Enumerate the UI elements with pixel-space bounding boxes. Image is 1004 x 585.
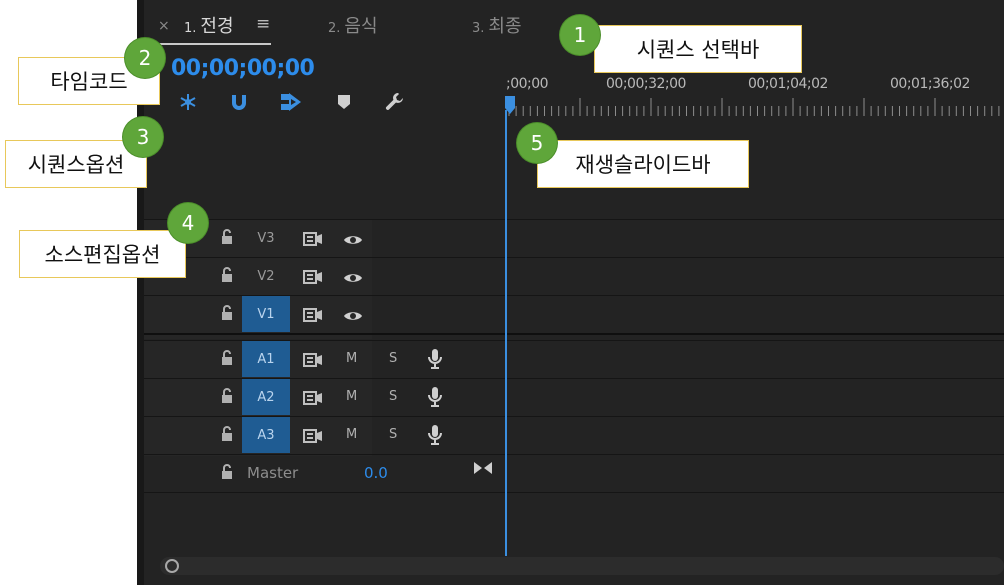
tab-sequence-3[interactable]: 3. 최종 <box>472 12 522 38</box>
tab-number: 2. <box>328 21 341 36</box>
tab-sequence-1[interactable]: 1. 전경 <box>184 12 234 38</box>
track-lock-icon[interactable] <box>219 305 235 321</box>
ruler-label: 00;01;36;02 <box>890 76 970 92</box>
track-target-a2[interactable]: A2 <box>242 379 290 415</box>
mute-button[interactable]: M <box>346 427 357 442</box>
ruler-label: 00;00;32;00 <box>606 76 686 92</box>
callout-source-edit-options: 소스편집옵션 <box>19 230 186 278</box>
horizontal-scrollbar[interactable] <box>160 557 1004 575</box>
track-target-a3[interactable]: A3 <box>242 417 290 453</box>
voice-over-mic-icon[interactable] <box>428 348 442 370</box>
track-target-v3[interactable]: V3 <box>242 220 290 256</box>
callout-badge-1: 1 <box>560 15 600 55</box>
time-ruler[interactable] <box>505 98 1004 118</box>
playhead-line[interactable] <box>505 110 507 556</box>
track-divider <box>144 454 1004 455</box>
track-visibility-eye-icon[interactable] <box>343 308 363 322</box>
voice-over-mic-icon[interactable] <box>428 386 442 408</box>
sync-lock-icon[interactable] <box>303 231 323 246</box>
callout-sequence-selector: 시퀀스 선택바 <box>594 25 802 73</box>
master-volume-value[interactable]: 0.0 <box>364 464 388 482</box>
tab-label: 음식 <box>344 16 378 37</box>
track-divider <box>144 492 1004 493</box>
settings-wrench-icon[interactable] <box>382 90 408 114</box>
tab-sequence-2[interactable]: 2. 음식 <box>328 12 378 38</box>
track-lock-icon[interactable] <box>219 426 235 442</box>
tab-number: 1. <box>184 21 197 36</box>
track-target-a1[interactable]: A1 <box>242 341 290 377</box>
timecode-display[interactable]: 00;00;00;00 <box>171 56 315 81</box>
sync-lock-icon[interactable] <box>303 307 323 322</box>
solo-button[interactable]: S <box>389 389 397 404</box>
go-to-in-out-icon[interactable] <box>473 460 493 474</box>
tab-close-icon[interactable]: × <box>158 18 170 34</box>
tab-menu-icon[interactable]: ≡ <box>256 14 270 34</box>
ruler-label: ;00;00 <box>506 76 549 92</box>
tab-label: 전경 <box>200 16 234 37</box>
active-tab-underline <box>157 43 271 45</box>
track-lock-icon[interactable] <box>219 229 235 245</box>
ruler-label: 00;01;04;02 <box>748 76 828 92</box>
mute-button[interactable]: M <box>346 351 357 366</box>
solo-button[interactable]: S <box>389 351 397 366</box>
add-marker-icon[interactable] <box>331 90 357 114</box>
sync-lock-icon[interactable] <box>303 390 323 405</box>
track-visibility-eye-icon[interactable] <box>343 270 363 284</box>
nest-sequence-icon[interactable] <box>175 90 201 114</box>
master-track-label: Master <box>247 464 299 482</box>
playhead-handle[interactable] <box>505 96 515 114</box>
track-lock-icon[interactable] <box>219 267 235 283</box>
solo-button[interactable]: S <box>389 427 397 442</box>
sync-lock-icon[interactable] <box>303 269 323 284</box>
tab-label: 최종 <box>488 16 522 37</box>
callout-badge-2: 2 <box>125 38 165 78</box>
snap-magnet-icon[interactable] <box>226 90 252 114</box>
track-lock-icon[interactable] <box>219 388 235 404</box>
track-visibility-eye-icon[interactable] <box>343 232 363 246</box>
sync-lock-icon[interactable] <box>303 352 323 367</box>
track-target-v1[interactable]: V1 <box>242 296 290 332</box>
callout-badge-4: 4 <box>168 203 208 243</box>
zoom-scroll-handle[interactable] <box>165 559 179 573</box>
track-lock-icon[interactable] <box>219 464 235 480</box>
sync-lock-icon[interactable] <box>303 428 323 443</box>
voice-over-mic-icon[interactable] <box>428 424 442 446</box>
callout-badge-3: 3 <box>123 117 163 157</box>
tab-number: 3. <box>472 21 485 36</box>
track-lock-icon[interactable] <box>219 350 235 366</box>
callout-badge-5: 5 <box>517 123 557 163</box>
mute-button[interactable]: M <box>346 389 357 404</box>
video-audio-divider <box>144 333 1004 335</box>
callout-playback-slider: 재생슬라이드바 <box>537 140 749 188</box>
track-target-v2[interactable]: V2 <box>242 258 290 294</box>
linked-selection-icon[interactable] <box>278 90 304 114</box>
